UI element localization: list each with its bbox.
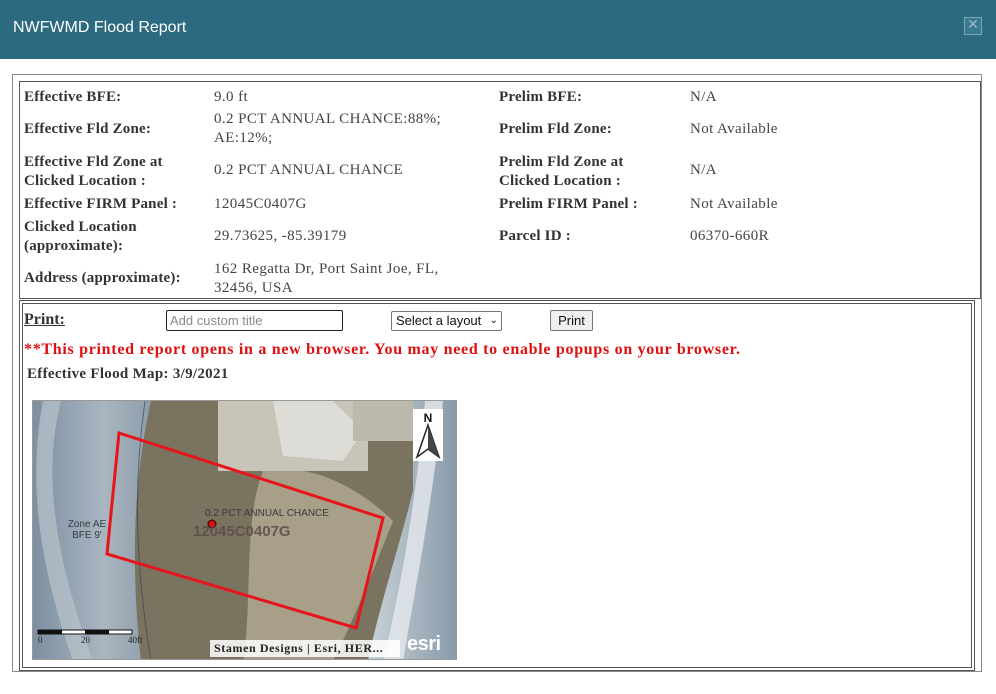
zone-text-label: 0.2 PCT ANNUAL CHANCE [205,508,329,519]
effective-firm-panel-label: Effective FIRM Panel : [24,196,178,212]
zone-ae-label: Zone AE [68,519,107,530]
clicked-location-value: 29.73625, -85.39179 [214,228,347,244]
scale-tick-20: 20 [81,635,91,645]
esri-logo: esri [407,633,441,655]
layout-select-value: Select a layout [396,313,482,328]
prelim-fld-zone-label: Prelim Fld Zone: [499,121,612,137]
scale-tick-0: 0 [38,635,43,645]
bfe-label: BFE 9' [72,530,102,541]
parcel-id-value: 06370-660R [690,228,769,244]
chevron-down-icon: ⌄ [489,315,498,326]
map-attribution: Stamen Designs | Esri, HER... [210,640,400,657]
title-bar: NWFWMD Flood Report ✕ [0,0,996,59]
clicked-location-label: Clicked Location (approximate): [24,219,137,254]
effective-fld-zone-clicked-label: Effective Fld Zone at Clicked Location : [24,154,163,189]
prelim-fld-zone-value: Not Available [690,121,778,137]
address-value: 162 Regatta Dr, Port Saint Joe, FL, 3245… [214,261,439,296]
map-title: Effective Flood Map: 3/9/2021 [27,366,229,382]
window-title: NWFWMD Flood Report [13,19,187,36]
effective-fld-zone-label: Effective Fld Zone: [24,121,152,137]
scale-tick-40: 40ft [128,635,143,645]
effective-bfe-value: 9.0 ft [214,89,249,105]
flood-map[interactable]: Zone AE BFE 9' 0.2 PCT ANNUAL CHANCE 120… [32,400,457,660]
parcel-id-label: Parcel ID : [499,228,571,244]
flood-map-graphic: Zone AE BFE 9' 0.2 PCT ANNUAL CHANCE 120… [33,401,456,659]
close-glyph: ✕ [967,17,979,33]
north-arrow-icon: N [413,409,443,461]
firm-panel-label: 12045C0407G [193,523,291,540]
custom-title-input[interactable] [166,310,343,331]
print-label: Print: [24,311,65,328]
prelim-bfe-value: N/A [690,89,718,105]
address-label: Address (approximate): [24,270,181,286]
popup-warning: **This printed report opens in a new bro… [24,341,741,358]
effective-firm-panel-value: 12045C0407G [214,196,307,212]
effective-fld-zone-value: 0.2 PCT ANNUAL CHANCE:88%; AE:12%; [214,111,442,146]
prelim-fld-zone-clicked-label: Prelim Fld Zone at Clicked Location : [499,154,624,189]
close-icon[interactable]: ✕ [964,17,982,35]
prelim-bfe-label: Prelim BFE: [499,89,583,105]
layout-select[interactable]: Select a layout ⌄ [391,311,502,331]
prelim-firm-panel-value: Not Available [690,196,778,212]
effective-bfe-label: Effective BFE: [24,89,122,105]
effective-fld-zone-clicked-value: 0.2 PCT ANNUAL CHANCE [214,162,404,178]
prelim-firm-panel-label: Prelim FIRM Panel : [499,196,638,212]
prelim-fld-zone-clicked-value: N/A [690,162,718,178]
print-button[interactable]: Print [550,310,593,331]
